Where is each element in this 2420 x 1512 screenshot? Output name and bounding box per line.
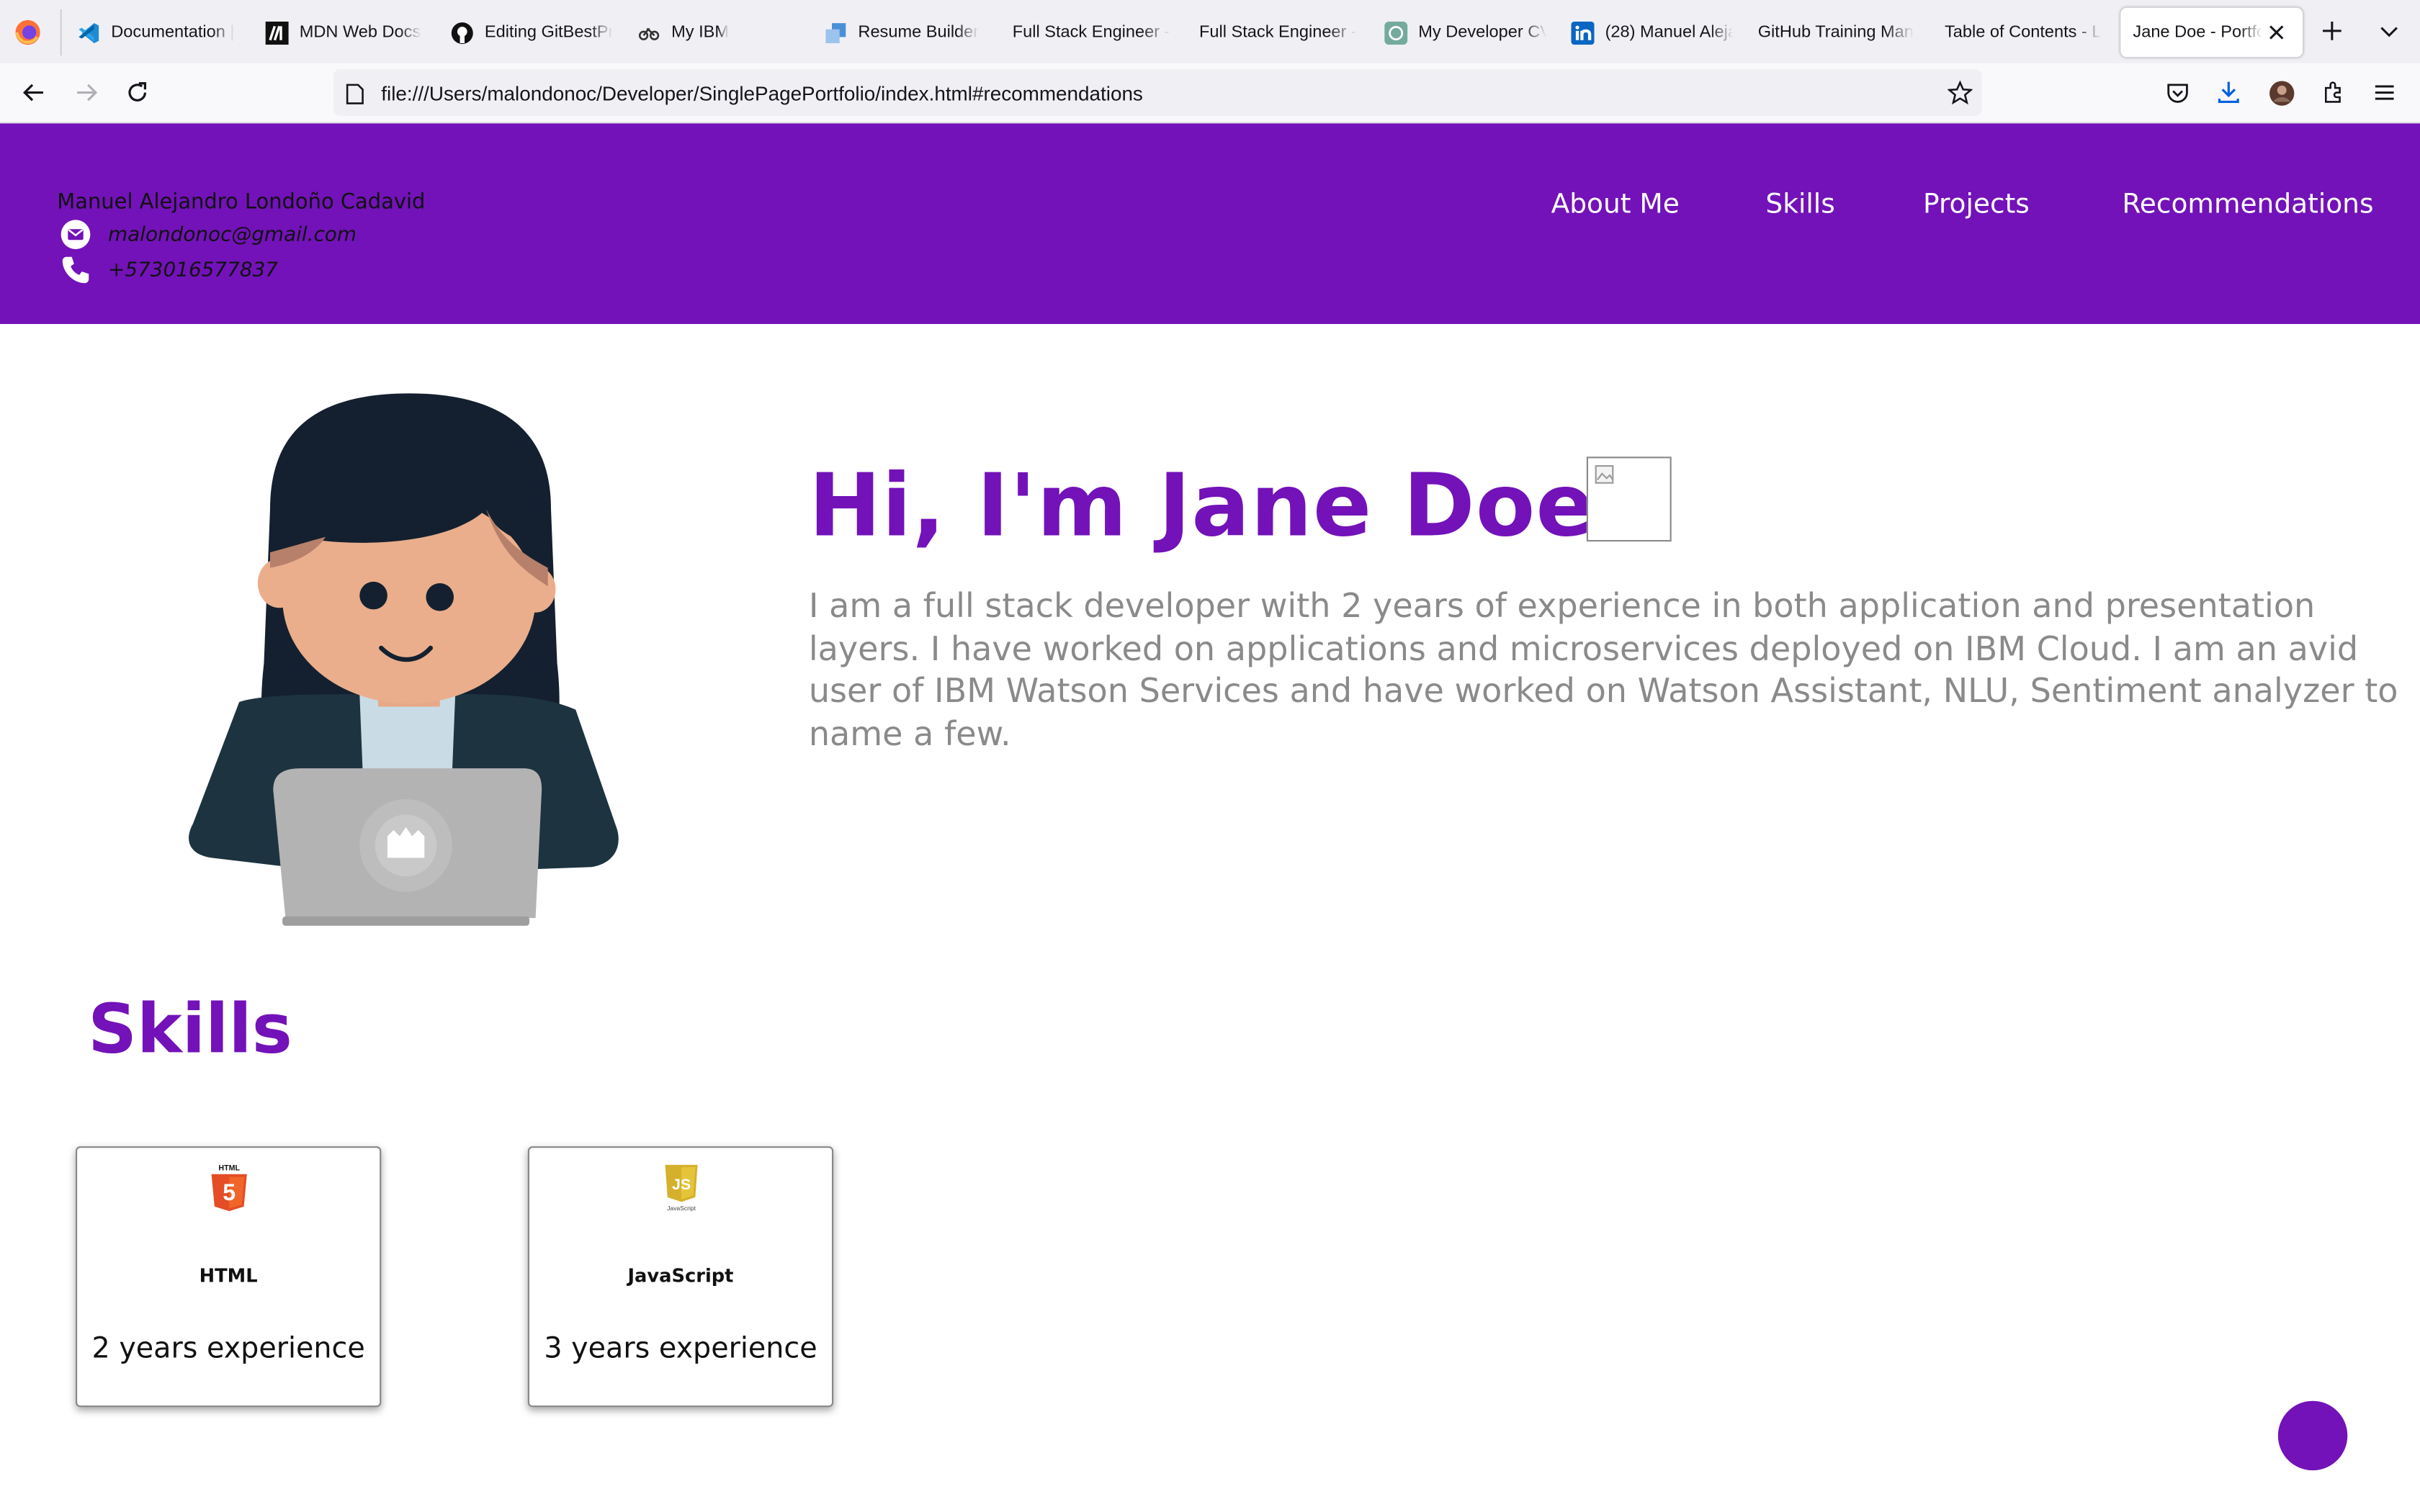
tab-title: Jane Doe - Portfolio [2133, 23, 2262, 42]
email-icon [58, 219, 92, 250]
browser-tab[interactable]: Documentation | [77, 8, 239, 58]
tab-title: (28) Manuel Alejan [1605, 23, 1734, 42]
skill-name: JavaScript [627, 1265, 734, 1287]
hero-bio: I am a full stack developer with 2 years… [808, 588, 2398, 754]
mdn-icon [265, 20, 289, 45]
owner-name: Manuel Alejandro Londoño Cadavid [57, 189, 426, 215]
floating-action-button[interactable] [2277, 1400, 2348, 1471]
browser-tab[interactable]: Table of Contents - L [1945, 8, 2107, 58]
extensions-icon[interactable] [2318, 77, 2349, 108]
html5-logo-label: HTML [218, 1164, 240, 1172]
html5-logo-icon: HTML 5 [210, 1164, 248, 1213]
javascript-logo-label: JavaScript [667, 1205, 696, 1212]
forward-icon[interactable] [71, 77, 102, 108]
reload-icon[interactable] [122, 77, 153, 108]
skills-heading: Skills [88, 990, 292, 1069]
browser-tab[interactable]: Editing GitBestPr [451, 8, 613, 58]
tab-title: Full Stack Engineer - [1012, 23, 1170, 42]
skill-card-javascript: JS JavaScript JavaScript 3 years experie… [527, 1146, 834, 1408]
page-file-icon [346, 82, 364, 112]
site-header: Manuel Alejandro Londoño Cadavid malondo… [0, 123, 2420, 324]
browser-tab[interactable]: Full Stack Engineer - [1199, 8, 1361, 58]
tab-title: Full Stack Engineer - [1199, 23, 1357, 42]
tab-title: Editing GitBestPr [484, 23, 613, 42]
account-avatar-icon[interactable] [2266, 77, 2297, 108]
tab-title: GitHub Training Man [1757, 23, 1914, 42]
app-menu-icon[interactable] [2369, 77, 2400, 108]
javascript-logo-glyph: JS [672, 1176, 691, 1193]
pocket-icon[interactable] [2162, 77, 2193, 108]
email-address[interactable]: malondonoc@gmail.com [108, 223, 357, 246]
browser-tab-strip: Documentation | MDN Web Docs Editing Git… [0, 0, 2420, 63]
vscode-icon [77, 21, 100, 44]
list-all-tabs-icon[interactable] [2374, 15, 2405, 46]
github-icon [451, 21, 474, 44]
tab-title: My Developer CV [1418, 23, 1547, 42]
address-bar[interactable]: file:///Users/malondonoc/Developer/Singl… [333, 69, 1982, 116]
chatgpt-icon [1384, 20, 1408, 45]
new-tab-icon[interactable] [2316, 15, 2347, 46]
close-tab-icon[interactable] [2269, 24, 2284, 40]
back-icon[interactable] [19, 77, 50, 108]
browser-tab[interactable]: My Developer CV [1384, 8, 1546, 58]
tab-title: My IBM [671, 23, 730, 42]
downloads-icon[interactable] [2213, 77, 2244, 108]
profile-illustration [177, 386, 640, 934]
tab-title: Documentation | [111, 23, 235, 42]
browser-tab-active[interactable]: Jane Doe - Portfolio [2120, 7, 2303, 58]
html5-logo-glyph: 5 [223, 1179, 236, 1205]
hero-title: Hi, I'm Jane Doe! [808, 456, 1636, 557]
nav-about-me[interactable]: About Me [1551, 190, 1680, 221]
browser-tab[interactable]: Full Stack Engineer - [1013, 8, 1175, 58]
nav-projects[interactable]: Projects [1923, 190, 2030, 221]
linkedin-icon [1571, 20, 1595, 45]
bookmark-star-icon[interactable] [1947, 80, 1973, 111]
browser-tab[interactable]: My IBM [637, 8, 799, 58]
skill-experience: 3 years experience [544, 1333, 817, 1366]
phone-contact: +573016577837 [58, 255, 278, 286]
broken-image-icon [1586, 456, 1672, 542]
email-contact: malondonoc@gmail.com [58, 219, 357, 250]
browser-tab[interactable]: Resume Builder [824, 8, 986, 58]
tab-title: Resume Builder [858, 23, 980, 42]
ibm-icon [637, 21, 660, 44]
skill-experience: 2 years experience [91, 1333, 365, 1366]
javascript-logo-icon: JS JavaScript [662, 1164, 701, 1213]
browser-tab[interactable]: (28) Manuel Alejan [1571, 8, 1733, 58]
tab-title: Table of Contents - L [1945, 23, 2102, 42]
tab-title: MDN Web Docs [299, 23, 421, 42]
skill-name: HTML [199, 1265, 258, 1287]
phone-icon [58, 255, 92, 286]
url-text[interactable]: file:///Users/malondonoc/Developer/Singl… [381, 82, 1143, 105]
browser-tab[interactable]: GitHub Training Man [1758, 8, 1920, 58]
phone-number[interactable]: +573016577837 [108, 258, 278, 282]
skill-card-html: HTML 5 HTML 2 years experience [76, 1146, 382, 1408]
browser-toolbar: file:///Users/malondonoc/Developer/Singl… [0, 63, 2420, 124]
firefox-menu-icon[interactable] [12, 17, 43, 48]
resume-builder-icon [824, 21, 847, 44]
browser-tab[interactable]: MDN Web Docs [265, 8, 428, 58]
nav-skills[interactable]: Skills [1765, 190, 1834, 221]
nav-recommendations[interactable]: Recommendations [2122, 190, 2373, 221]
